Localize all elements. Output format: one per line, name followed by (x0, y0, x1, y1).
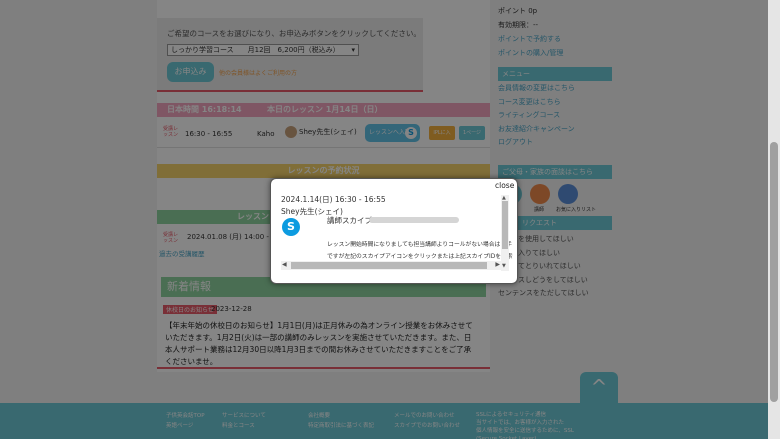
skype-info-modal: close 2024.1.14(日) 16:30 - 16:55 Shey先生(… (270, 178, 518, 284)
modal-vertical-scrollbar[interactable]: ▲ ▼ (501, 195, 509, 271)
modal-message: レッスン開始時間になりましても担当講師よりコールがない場合はお手 ですが左記のス… (327, 239, 513, 263)
scroll-left-icon[interactable]: ◀ (282, 261, 287, 268)
close-button[interactable]: close (495, 181, 514, 190)
scroll-down-icon[interactable]: ▼ (502, 263, 506, 269)
modal-vscroll-thumb[interactable] (502, 201, 508, 249)
skype-id-redacted (369, 217, 459, 223)
modal-horizontal-scrollbar[interactable]: ◀ ▶ (281, 261, 501, 270)
skype-icon[interactable]: S (282, 218, 300, 236)
scroll-right-icon[interactable]: ▶ (495, 261, 500, 268)
modal-message-line: レッスン開始時間になりましても担当講師よりコールがない場合はお手 (327, 242, 512, 248)
modal-hscroll-thumb[interactable] (291, 262, 487, 269)
page-scrollbar-thumb[interactable] (770, 142, 778, 402)
page-scrollbar[interactable] (768, 0, 780, 439)
modal-datetime: 2024.1.14(日) 16:30 - 16:55 (281, 195, 386, 204)
